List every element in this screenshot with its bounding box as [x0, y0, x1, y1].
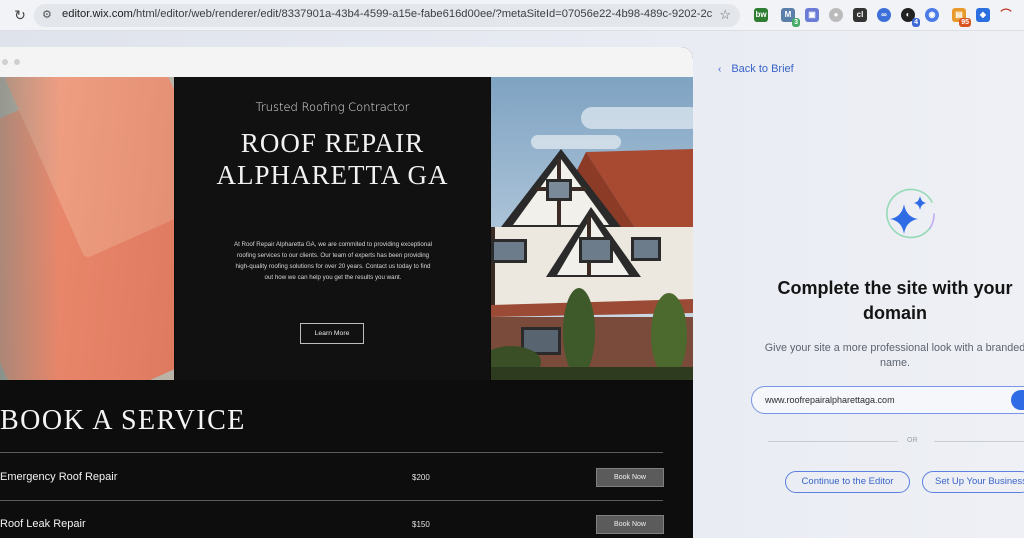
continue-to-editor-button[interactable]: Continue to the Editor [785, 471, 910, 493]
extension-icon[interactable]: ∞ [877, 8, 891, 22]
back-label: Back to Brief [731, 63, 794, 75]
hero-description: At Roof Repair Alpharetta GA, we are com… [233, 241, 433, 281]
extension-icon[interactable]: ◉ [925, 8, 939, 22]
window-dot [14, 59, 20, 65]
address-bar[interactable]: ⚙ editor.wix.com/html/editor/web/rendere… [34, 4, 740, 27]
extension-icon[interactable]: ⌒ [999, 8, 1013, 22]
extension-icon[interactable]: ◐ 4 [901, 8, 920, 27]
chevron-left-icon: ‹ [718, 64, 722, 75]
service-price: $150 [412, 520, 430, 529]
roof-tile-image [0, 77, 174, 380]
divider [768, 441, 898, 442]
or-label: OR [907, 437, 918, 444]
browser-toolbar: ↻ ⚙ editor.wix.com/html/editor/web/rende… [0, 0, 1024, 31]
hero-section: Trusted Roofing Contractor ROOF REPAIR A… [0, 77, 693, 380]
reload-icon[interactable]: ↻ [12, 7, 28, 23]
extension-icon[interactable]: ▤ 95 [952, 8, 971, 27]
hero-title: ROOF REPAIR ALPHARETTA GA [216, 128, 449, 190]
service-name: Emergency Roof Repair [0, 471, 118, 483]
back-to-brief-link[interactable]: ‹ Back to Brief [718, 63, 794, 75]
extension-icon[interactable]: ▣ [805, 8, 819, 22]
house-illustration [491, 149, 693, 380]
preview-topbar [0, 47, 693, 77]
service-name: Roof Leak Repair [0, 518, 86, 530]
divider [0, 500, 663, 501]
book-now-button[interactable]: Book Now [596, 515, 664, 534]
house-image [491, 77, 693, 380]
domain-input[interactable]: www.roofrepairalpharettaga.com [751, 386, 1024, 414]
book-now-button[interactable]: Book Now [596, 468, 664, 487]
service-price: $200 [412, 473, 430, 482]
set-up-business-button[interactable]: Set Up Your Business [922, 471, 1024, 493]
hero-text-block: Trusted Roofing Contractor ROOF REPAIR A… [175, 77, 490, 380]
booking-section: BOOK A SERVICE Emergency Roof Repair $20… [0, 381, 693, 538]
window-dot [2, 59, 8, 65]
bookmark-star-icon[interactable]: ☆ [719, 7, 731, 23]
divider [0, 452, 663, 453]
extension-icon[interactable]: M3 [781, 8, 800, 27]
hero-tagline: Trusted Roofing Contractor [255, 100, 410, 114]
dropbox-icon[interactable]: ◆ [976, 8, 990, 22]
extension-icon[interactable]: ● [829, 8, 843, 22]
learn-more-button[interactable]: Learn More [300, 323, 364, 344]
site-preview: Trusted Roofing Contractor ROOF REPAIR A… [0, 47, 693, 538]
domain-panel: ‹ Back to Brief Complete the site with yo… [693, 31, 1024, 538]
panel-title: Complete the site with your domain [777, 278, 1013, 323]
site-settings-icon[interactable]: ⚙ [42, 9, 55, 22]
booking-title: BOOK A SERVICE [0, 405, 246, 436]
divider [934, 441, 1024, 442]
extension-icon[interactable]: bw [754, 8, 768, 22]
panel-subtitle: Give your site a more professional look … [764, 342, 1024, 369]
extension-icon[interactable]: cl [853, 8, 867, 22]
sparkle-icon [882, 186, 938, 242]
search-domain-button[interactable] [1011, 390, 1024, 410]
url-text: editor.wix.com/html/editor/web/renderer/… [62, 8, 712, 20]
